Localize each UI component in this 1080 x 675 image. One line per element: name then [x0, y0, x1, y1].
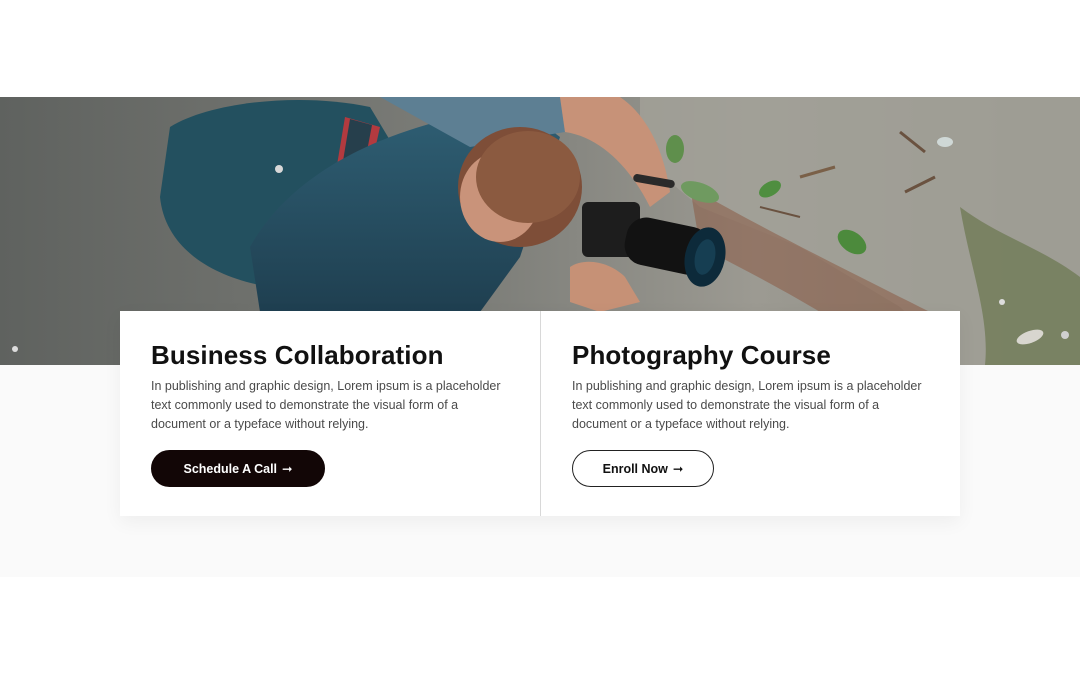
photography-course-card: Photography Course In publishing and gra…	[540, 311, 960, 516]
card-title: Business Collaboration	[151, 340, 444, 370]
offer-cards: Business Collaboration In publishing and…	[120, 311, 960, 516]
business-collaboration-card: Business Collaboration In publishing and…	[120, 311, 540, 516]
card-description: In publishing and graphic design, Lorem …	[151, 379, 501, 431]
enroll-now-button[interactable]: Enroll Now ➞	[572, 450, 714, 487]
button-label: Enroll Now	[602, 461, 668, 476]
arrow-right-icon: ➞	[672, 462, 684, 476]
arrow-right-icon: ➞	[282, 462, 293, 476]
card-title: Photography Course	[572, 340, 831, 370]
card-description: In publishing and graphic design, Lorem …	[572, 379, 922, 431]
button-label: Schedule A Call	[183, 461, 278, 476]
schedule-call-button[interactable]: Schedule A Call ➞	[151, 450, 325, 487]
